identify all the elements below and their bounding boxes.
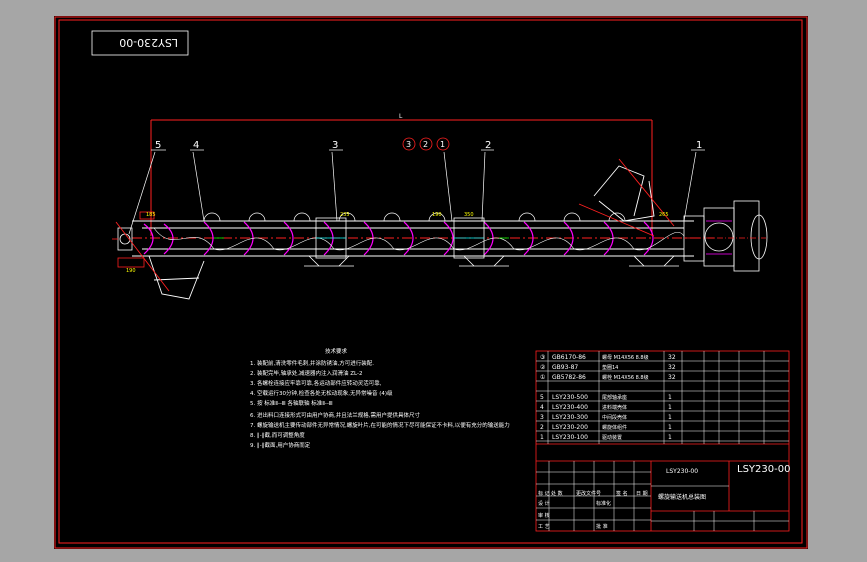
part-qty: 32 [668,374,676,381]
left-label: 工 艺 [538,524,550,530]
part-qty: 1 [668,404,672,411]
part-name: 驱动装置 [602,435,623,441]
part-code: LSY230-500 [552,394,588,401]
balloon-c3: 3 [406,140,411,149]
drawing-number: LSY230-00 [737,464,791,475]
part-no: ① [540,374,546,381]
notes-title: 技术要求 [325,349,348,355]
part-code: GB5782-86 [552,374,586,381]
code-box-text: LSY230-00 [119,36,178,49]
note-line: 3. 各螺栓连接应牢靠可靠,各运动部件应转动灵活可靠, [250,381,382,387]
part-name: 中间段壳体 [602,415,628,421]
part-qty: 32 [668,364,676,371]
header-label: 处 数 [551,491,563,497]
part-code: GB93-87 [552,364,579,371]
part-no: ③ [540,354,546,361]
part-qty: 32 [668,354,676,361]
balloon-1: 1 [696,140,702,151]
note-line: 5. 按 标准Ⅱ--Ⅲ 各轴联轴 标准Ⅱ--Ⅲ [250,401,333,407]
inner-frame [58,19,803,544]
part-name: 螺母 M14X56 8.8级 [602,355,649,361]
part-code: LSY230-400 [552,404,588,411]
part-no: 3 [540,414,544,421]
balloon-c1: 1 [440,140,445,149]
note-line: 6. 进出料口连接形式可由用户协商,并且法兰规格,需用户提供具体尺寸 [250,413,420,419]
part-no: 1 [540,434,544,441]
note-line: 2. 装配完毕,轴承处,减速器内注入润滑油 ZL-2 [250,371,363,377]
balloon-3: 3 [332,140,338,151]
title-code: LSY230-00 [666,468,699,475]
svg-text:190: 190 [432,212,442,218]
svg-text:235: 235 [340,212,350,218]
part-qty: 1 [668,414,672,421]
left-label: 审 核 [538,513,550,519]
header-label: 签 名 [616,491,628,497]
part-name: 进料端壳体 [602,405,628,411]
svg-text:350: 350 [464,212,474,218]
overall-dimension-label: L [399,113,403,120]
part-qty: 1 [668,434,672,441]
header-label: 标 记 [538,491,550,497]
drawing-sheet: LSY230-00 L 5 4 3 3 2 1 2 1 185 190 190 … [54,16,808,549]
inspection-hatches [203,212,626,222]
part-no: 2 [540,424,544,431]
balloon-4: 4 [193,140,199,151]
svg-text:190: 190 [126,268,136,274]
part-qty: 1 [668,424,672,431]
part-code: LSY230-200 [552,424,588,431]
note-line: 8. ∥-∥截,而可调整角度 [250,433,305,439]
svg-text:265: 265 [659,212,669,218]
part-name: 尾部轴承座 [602,395,628,401]
conveyor-casing [132,220,714,257]
header-label: 日 期 [636,491,648,497]
part-no: 5 [540,394,544,401]
part-name: 螺旋体组件 [602,425,628,431]
note-line: 7. 螺旋输送机主要传动部件无异常情况,螺旋叶片,在可能的情况下尽可能保证不卡料… [250,423,510,429]
balloon-5: 5 [155,140,161,151]
extra-label: 批 准 [596,524,608,530]
part-code: LSY230-300 [552,414,588,421]
drawing-name: 螺旋输送机总装图 [658,494,707,501]
part-name: 螺栓 M14X56 8.8级 [602,375,649,381]
part-qty: 1 [668,394,672,401]
note-line: 1. 装配前,清洗零件毛刺,并涂防锈油,方可进行装配. [250,361,374,367]
left-label: 设 计 [538,501,550,507]
drive-unit [683,200,768,272]
header-label: 更改文件号 [576,491,602,497]
part-no: ② [540,364,546,371]
flight-helix [153,227,685,251]
svg-text:185: 185 [146,212,156,218]
extra-label: 标准化 [596,501,612,507]
outlet-chute [578,158,675,237]
hanger-bearings [315,217,485,259]
part-code: LSY230-100 [552,434,588,441]
part-name: 垫圈14 [602,365,619,371]
support-feet [304,255,679,267]
note-line: 4. 空载运行30分钟,检查各处无松动现象,无异常噪音 (4)级 [250,391,393,397]
balloon-2: 2 [485,140,491,151]
part-code: GB6170-86 [552,354,586,361]
balloon-c2: 2 [423,140,428,149]
part-no: 4 [540,404,544,411]
note-line: 9. ∥-∥截面,用户协商而定 [250,443,311,449]
